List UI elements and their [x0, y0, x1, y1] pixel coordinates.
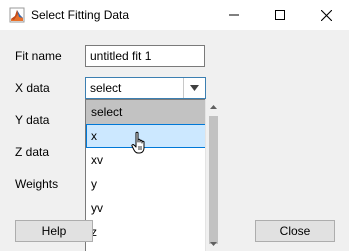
fit-name-input[interactable]: untitled fit 1: [85, 45, 205, 67]
minimize-icon: [229, 14, 239, 16]
title-bar: Select Fitting Data: [0, 0, 349, 30]
x-data-label: X data: [15, 81, 50, 95]
option-z[interactable]: z: [86, 220, 205, 244]
dropdown-arrow-button[interactable]: [183, 78, 205, 98]
x-data-dropdown[interactable]: select: [85, 77, 206, 99]
hand-pointer-cursor-icon: [131, 131, 151, 157]
close-button[interactable]: Close: [255, 220, 335, 242]
scroll-thumb[interactable]: [209, 116, 218, 244]
weights-label: Weights: [15, 177, 59, 191]
z-data-label: Z data: [15, 145, 50, 159]
scroll-down-button[interactable]: [206, 236, 221, 251]
close-icon: [320, 9, 332, 21]
scroll-up-icon: [210, 104, 217, 109]
y-data-label: Y data: [15, 113, 50, 127]
x-data-options-list: select x xv y yv z: [85, 99, 206, 251]
maximize-button[interactable]: [257, 0, 303, 30]
options-scrollbar[interactable]: [205, 99, 220, 251]
fit-name-label: Fit name: [15, 49, 62, 63]
option-select[interactable]: select: [86, 100, 205, 124]
chevron-down-icon: [190, 85, 199, 91]
matlab-icon: [9, 7, 25, 23]
x-data-selected-value: select: [90, 81, 122, 95]
maximize-icon: [275, 10, 285, 20]
scroll-up-button[interactable]: [206, 99, 221, 114]
scroll-down-icon: [210, 241, 217, 246]
window-title: Select Fitting Data: [31, 8, 130, 22]
minimize-button[interactable]: [211, 0, 257, 30]
option-y[interactable]: y: [86, 172, 205, 196]
close-window-button[interactable]: [303, 0, 349, 30]
option-yv[interactable]: yv: [86, 196, 205, 220]
help-button[interactable]: Help: [15, 220, 93, 242]
